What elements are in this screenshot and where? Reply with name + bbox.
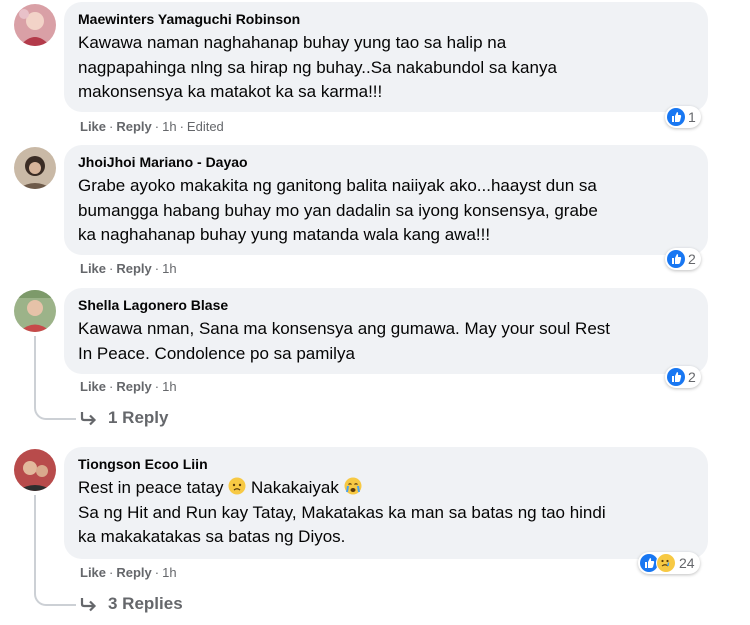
reply-arrow-icon xyxy=(80,598,97,612)
thumbs-up-icon xyxy=(667,368,685,386)
comment-bubble: Tiongson Ecoo Liin Rest in peace tatay N… xyxy=(64,447,708,559)
reply-thread-line xyxy=(34,336,36,398)
comment-actions: Like · Reply · 1h · Edited xyxy=(80,119,224,134)
timestamp[interactable]: 1h xyxy=(162,565,176,580)
timestamp[interactable]: 1h xyxy=(162,379,176,394)
avatar[interactable] xyxy=(14,147,56,189)
reply-button[interactable]: Reply xyxy=(116,261,151,276)
timestamp[interactable]: 1h xyxy=(162,261,176,276)
like-button[interactable]: Like xyxy=(80,565,106,580)
thumbs-up-icon xyxy=(667,108,685,126)
comment-text: Kawawa naman naghahanap buhay yung tao s… xyxy=(78,33,557,101)
comment-author[interactable]: JhoiJhoi Mariano - Dayao xyxy=(78,153,694,171)
avatar[interactable] xyxy=(14,449,56,491)
comment-text: Rest in peace tatay Nakakaiyak Sa ng Hit… xyxy=(78,477,606,546)
reply-thread-line xyxy=(34,495,36,584)
view-replies-link[interactable]: 3 Replies xyxy=(80,594,183,614)
like-button[interactable]: Like xyxy=(80,261,106,276)
like-button[interactable]: Like xyxy=(80,119,106,134)
comment-bubble: Maewinters Yamaguchi Robinson Kawawa nam… xyxy=(64,2,708,112)
reply-thread-elbow xyxy=(34,584,76,606)
edited-label: Edited xyxy=(186,119,224,134)
comment-author[interactable]: Maewinters Yamaguchi Robinson xyxy=(78,10,694,28)
comment-author[interactable]: Shella Lagonero Blase xyxy=(78,296,694,314)
timestamp[interactable]: 1h xyxy=(162,119,176,134)
comment-actions: Like · Reply · 1h xyxy=(80,379,177,394)
reaction-count[interactable]: 24 xyxy=(638,552,700,574)
comment-bubble: JhoiJhoi Mariano - Dayao Grabe ayoko mak… xyxy=(64,145,708,255)
reaction-count[interactable]: 1 xyxy=(665,106,701,128)
reply-button[interactable]: Reply xyxy=(116,565,151,580)
avatar[interactable] xyxy=(14,290,56,332)
reply-button[interactable]: Reply xyxy=(116,119,151,134)
crying-emoji-icon xyxy=(344,477,362,495)
comment-text: Grabe ayoko makakita ng ganitong balita … xyxy=(78,176,598,244)
comment-author[interactable]: Tiongson Ecoo Liin xyxy=(78,455,694,473)
comment-bubble: Shella Lagonero Blase Kawawa nman, Sana … xyxy=(64,288,708,374)
sad-reaction-icon xyxy=(656,553,676,573)
reaction-count[interactable]: 2 xyxy=(665,248,701,270)
reaction-count[interactable]: 2 xyxy=(665,366,701,388)
comment-actions: Like · Reply · 1h xyxy=(80,565,177,580)
reply-button[interactable]: Reply xyxy=(116,379,151,394)
avatar[interactable] xyxy=(14,4,56,46)
like-button[interactable]: Like xyxy=(80,379,106,394)
reply-arrow-icon xyxy=(80,412,97,426)
comment-actions: Like · Reply · 1h xyxy=(80,261,177,276)
thumbs-up-icon xyxy=(667,250,685,268)
view-replies-link[interactable]: 1 Reply xyxy=(80,408,168,428)
sad-emoji-icon xyxy=(228,477,246,495)
comment-text: Kawawa nman, Sana ma konsensya ang gumaw… xyxy=(78,319,610,363)
reply-thread-elbow xyxy=(34,398,76,420)
